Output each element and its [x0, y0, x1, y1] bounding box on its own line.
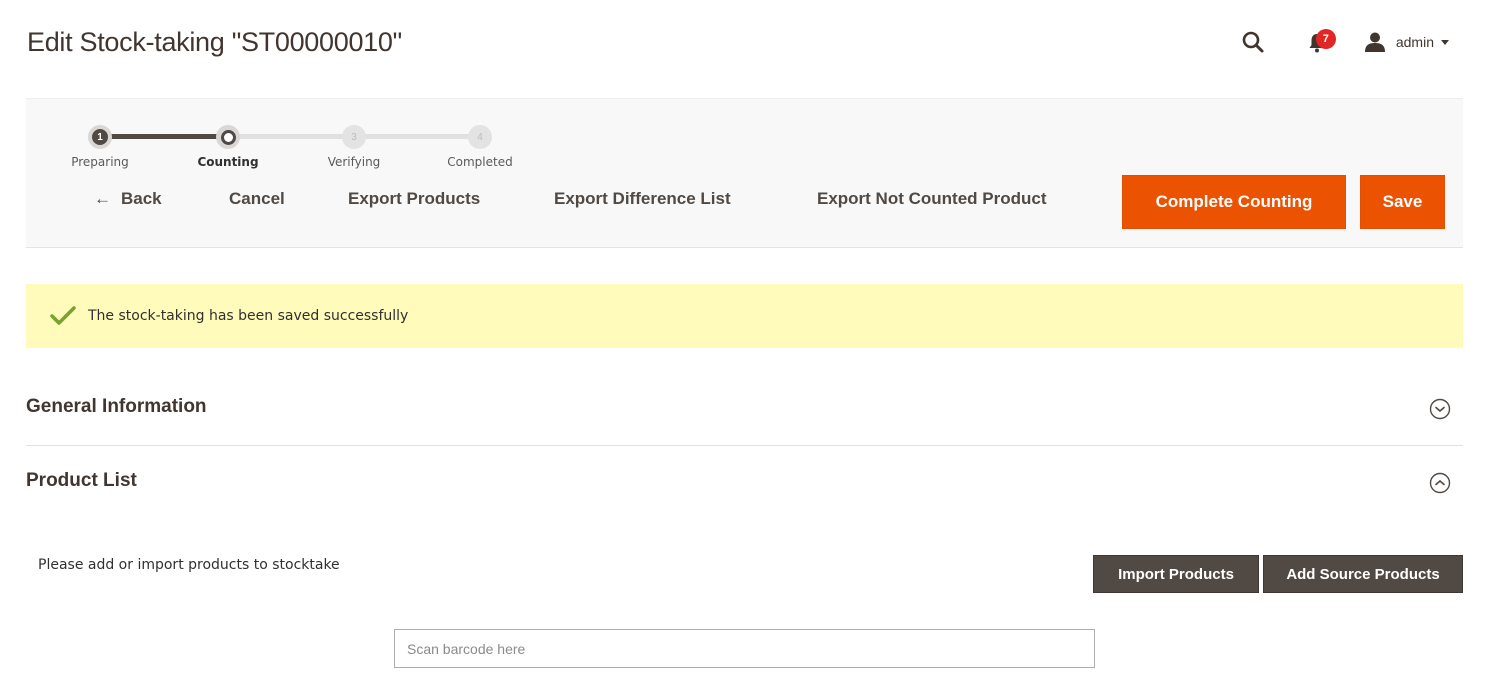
step-label: Verifying: [327, 155, 381, 169]
chevron-up-circle-icon[interactable]: [1429, 472, 1451, 494]
caret-down-icon: [1441, 39, 1449, 45]
message-text: The stock-taking has been saved successf…: [88, 308, 409, 324]
step-counting: Counting: [188, 125, 268, 169]
search-icon: [1242, 31, 1264, 53]
step-indicator: [216, 125, 240, 149]
step-indicator: 1: [88, 125, 112, 149]
section-title: General Information: [26, 396, 207, 417]
add-source-products-button[interactable]: Add Source Products: [1263, 555, 1463, 593]
chevron-down-circle-icon[interactable]: [1429, 398, 1451, 420]
cancel-button[interactable]: Cancel: [229, 189, 285, 209]
step-label: Counting: [197, 155, 259, 169]
user-icon: [1364, 32, 1385, 52]
step-label: Completed: [447, 155, 513, 169]
user-name: admin: [1395, 34, 1434, 50]
back-button[interactable]: ← Back: [94, 189, 162, 209]
page-actions-toolbar: 1 Preparing Counting 3 Verifying 4 Compl…: [26, 98, 1463, 248]
admin-user-menu[interactable]: admin: [1364, 31, 1449, 53]
page-title: Edit Stock-taking "ST00000010": [27, 27, 402, 57]
step-verifying: 3 Verifying: [314, 125, 394, 169]
save-button[interactable]: Save: [1360, 175, 1445, 229]
step-completed: 4 Completed: [440, 125, 520, 169]
header-actions: 7 admin: [1240, 26, 1449, 58]
arrow-left-icon: ←: [94, 189, 111, 208]
notifications-button[interactable]: 7: [1306, 28, 1336, 56]
product-list-section[interactable]: Product List: [26, 470, 1463, 510]
checkmark-icon: [50, 306, 76, 325]
step-preparing: 1 Preparing: [60, 125, 140, 169]
step-indicator: 3: [342, 125, 366, 149]
step-indicator: 4: [468, 125, 492, 149]
action-buttons: ← Back Cancel Export Products Export Diff…: [26, 175, 1463, 231]
export-products-button[interactable]: Export Products: [348, 189, 480, 209]
empty-product-list-text: Please add or import products to stockta…: [38, 557, 340, 573]
success-message: The stock-taking has been saved successf…: [26, 284, 1463, 348]
step-label: Preparing: [71, 155, 129, 169]
barcode-scan-input[interactable]: [394, 629, 1095, 668]
complete-counting-button[interactable]: Complete Counting: [1122, 175, 1346, 229]
export-difference-list-button[interactable]: Export Difference List: [554, 189, 731, 209]
general-information-section[interactable]: General Information: [26, 396, 1463, 446]
notifications-count-badge: 7: [1315, 29, 1336, 49]
export-not-counted-button[interactable]: Export Not Counted Product: [817, 189, 1046, 209]
global-search-button[interactable]: [1240, 29, 1266, 55]
page-header: Edit Stock-taking "ST00000010" 7 admin: [0, 0, 1489, 96]
section-title: Product List: [26, 470, 137, 491]
import-products-button[interactable]: Import Products: [1093, 555, 1259, 593]
